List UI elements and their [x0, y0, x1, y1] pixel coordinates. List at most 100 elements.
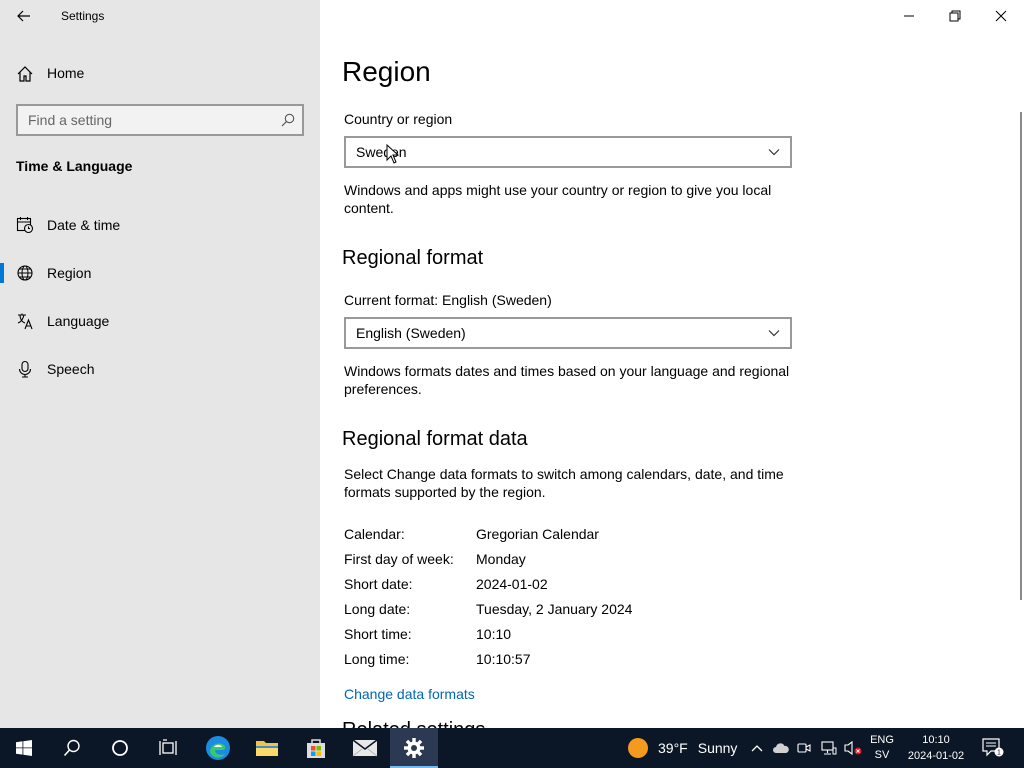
start-button[interactable] — [0, 728, 48, 768]
onedrive-tray-button[interactable] — [770, 728, 792, 768]
search-box[interactable] — [16, 104, 304, 136]
format-data-row: Short date: 2024-01-02 — [344, 576, 794, 596]
sidebar-item-label: Date & time — [47, 217, 121, 233]
format-data-row: First day of week: Monday — [344, 551, 794, 571]
sidebar-item-region[interactable]: Region — [0, 254, 320, 292]
chevron-up-icon — [751, 745, 763, 752]
search-input[interactable] — [18, 112, 268, 128]
minimize-button[interactable] — [886, 0, 932, 32]
sidebar: Settings Home Time & Language Date & tim… — [0, 0, 320, 728]
gear-icon — [404, 738, 424, 758]
close-button[interactable] — [978, 0, 1024, 32]
restore-button[interactable] — [932, 0, 978, 32]
cloud-icon — [773, 743, 789, 753]
main-content: Region Country or region Sweden Windows … — [320, 0, 1024, 728]
clock[interactable]: 10:10 2024-01-02 — [902, 732, 970, 764]
notification-icon: 1 — [982, 738, 1004, 757]
chevron-down-icon — [768, 330, 780, 337]
format-data-row: Short time: 10:10 — [344, 626, 794, 646]
file-explorer-button[interactable] — [243, 728, 291, 768]
format-data-key: First day of week: — [344, 551, 454, 567]
sun-icon — [628, 738, 648, 758]
settings-taskbar-button[interactable] — [390, 728, 438, 768]
input-language-indicator[interactable]: ENG SV — [866, 733, 898, 763]
format-data-value: 2024-01-02 — [476, 576, 548, 592]
format-data-row: Long time: 10:10:57 — [344, 651, 794, 671]
sidebar-item-label: Language — [47, 313, 110, 329]
format-data-row: Long date: Tuesday, 2 January 2024 — [344, 601, 794, 621]
network-tray-button[interactable] — [818, 728, 840, 768]
cortana-icon — [112, 740, 128, 756]
volume-muted-icon — [844, 740, 862, 756]
regional-format-dropdown[interactable]: English (Sweden) — [344, 317, 792, 349]
task-view-button[interactable] — [144, 728, 192, 768]
country-label: Country or region — [344, 111, 453, 127]
language-code: ENG — [870, 734, 894, 746]
section-title: Time & Language — [16, 158, 133, 174]
weather-condition: Sunny — [697, 740, 738, 756]
format-data-value: Tuesday, 2 January 2024 — [476, 601, 633, 617]
store-button[interactable] — [292, 728, 340, 768]
regional-format-description: Windows formats dates and times based on… — [344, 363, 790, 397]
regional-format-value: English (Sweden) — [356, 325, 466, 341]
minimize-icon — [904, 15, 914, 17]
folder-icon — [256, 741, 278, 756]
page-title: Region — [342, 56, 431, 87]
format-data-key: Short date: — [344, 576, 413, 592]
active-indicator — [0, 263, 4, 283]
mouse-cursor-icon — [386, 144, 400, 164]
camera-icon — [797, 743, 811, 753]
clock-time: 10:10 — [922, 734, 950, 746]
format-data-value: Gregorian Calendar — [476, 526, 599, 542]
regional-format-heading: Regional format — [342, 247, 484, 269]
sidebar-item-date-time[interactable]: Date & time — [0, 206, 320, 244]
store-icon — [307, 739, 325, 758]
chevron-down-icon — [768, 149, 780, 156]
nav-home[interactable]: Home — [0, 58, 320, 88]
show-hidden-icons-button[interactable] — [748, 728, 766, 768]
back-button[interactable] — [8, 4, 40, 28]
related-settings-heading: Related settings — [342, 719, 485, 728]
globe-icon — [17, 265, 33, 281]
format-data-key: Long time: — [344, 651, 410, 667]
format-data-key: Calendar: — [344, 526, 405, 542]
microphone-icon — [18, 360, 32, 378]
edge-button[interactable] — [194, 728, 242, 768]
home-icon — [17, 66, 33, 82]
keyboard-layout-code: SV — [874, 749, 890, 761]
format-data-row: Calendar: Gregorian Calendar — [344, 526, 794, 546]
format-data-value: 10:10 — [476, 626, 512, 642]
back-arrow-icon — [17, 10, 30, 22]
task-view-icon — [159, 739, 177, 755]
app-title: Settings — [61, 9, 105, 23]
current-format-label: Current format: English (Sweden) — [344, 292, 552, 308]
search-icon — [281, 113, 295, 127]
network-icon — [821, 741, 837, 755]
close-icon — [995, 10, 1007, 22]
date-time-icon — [16, 217, 34, 234]
sidebar-item-language[interactable]: Language — [0, 302, 320, 340]
format-data-value: Monday — [476, 551, 526, 567]
sidebar-item-speech[interactable]: Speech — [0, 350, 320, 388]
change-data-formats-link[interactable]: Change data formats — [344, 686, 475, 702]
format-data-heading: Regional format data — [342, 428, 528, 450]
country-dropdown[interactable]: Sweden — [344, 136, 792, 168]
title-bar: Settings — [0, 0, 320, 32]
scrollbar[interactable] — [1020, 112, 1022, 600]
cortana-button[interactable] — [96, 728, 144, 768]
volume-tray-button[interactable] — [842, 728, 864, 768]
format-data-value: 10:10:57 — [476, 651, 531, 667]
country-description: Windows and apps might use your country … — [344, 182, 772, 216]
taskbar: 39°F Sunny ENG SV 10:10 2024-01-02 1 — [0, 728, 1024, 768]
nav-home-label: Home — [47, 65, 85, 81]
notification-count: 1 — [997, 750, 1001, 757]
restore-icon — [949, 10, 961, 22]
mail-button[interactable] — [341, 728, 389, 768]
format-data-key: Long date: — [344, 601, 411, 617]
language-icon — [17, 313, 33, 330]
taskbar-search-button[interactable] — [48, 728, 96, 768]
action-center-button[interactable]: 1 — [978, 728, 1008, 768]
weather-widget[interactable]: 39°F Sunny — [628, 728, 737, 768]
meet-now-tray-button[interactable] — [794, 728, 814, 768]
edge-icon — [206, 736, 230, 760]
